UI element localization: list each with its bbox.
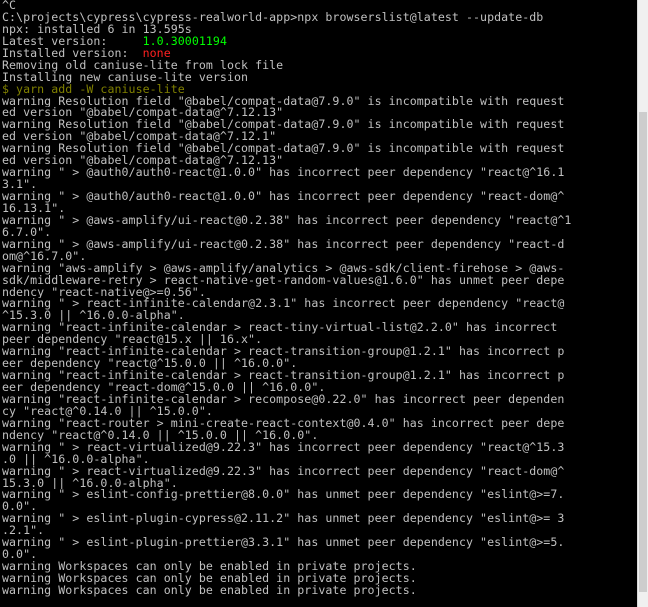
terminal-line: $ yarn add -W caniuse-lite <box>2 83 185 96</box>
terminal-line: 0.0". <box>2 549 38 562</box>
terminal-line: Latest version: 1.0.30001194 <box>2 36 637 48</box>
terminal-line: om@^16.7.0". <box>2 250 87 263</box>
terminal-line: warning "react-infinite-calendar > react… <box>2 346 565 359</box>
version-value: 1.0.30001194 <box>142 35 227 48</box>
terminal-line: warning " > eslint-config-prettier@8.0.0… <box>2 489 565 502</box>
scrollbar-thumb[interactable] <box>639 112 647 592</box>
terminal-line: cy "react@^0.14.0 || ^15.0.0". <box>2 405 213 418</box>
terminal-line: ^C <box>2 0 17 12</box>
terminal-line: warning " > react-virtualized@9.22.3" ha… <box>2 465 565 478</box>
terminal-line: eer dependency "react-dom@^15.0.0 || ^16… <box>2 382 326 394</box>
terminal-line: sdk/middleware-retry > react-native-get-… <box>2 274 565 287</box>
terminal-output[interactable]: ^C C:\projects\cypress\cypress-realworld-… <box>0 0 637 607</box>
terminal-line: warning "react-router > mini-create-reac… <box>2 417 565 430</box>
terminal-line: warning Resolution field "@babel/compat-… <box>2 95 565 108</box>
terminal-line: warning " > react-infinite-calendar@2.3.… <box>2 298 565 311</box>
terminal-line: ^15.3.0 || ^16.0.0-alpha". <box>2 310 185 323</box>
terminal-line: ed version "@babel/compat-data@^7.12.13" <box>2 155 284 168</box>
terminal-line: warning Resolution field "@babel/compat-… <box>2 143 565 156</box>
terminal-window: ^C C:\projects\cypress\cypress-realworld-… <box>0 0 648 607</box>
terminal-line: warning "react-infinite-calendar > react… <box>2 322 558 335</box>
terminal-line: warning "react-infinite-calendar > react… <box>2 370 565 382</box>
terminal-line: ed version "@babel/compat-data@^7.12.13" <box>2 107 284 120</box>
terminal-line: 6.7.0". <box>2 226 52 239</box>
terminal-line: warning " > @aws-amplify/ui-react@0.2.38… <box>2 238 565 251</box>
terminal-line: warning " > react-virtualized@9.22.3" ha… <box>2 441 565 454</box>
terminal-line: Removing old caniuse-lite from lock file <box>2 59 284 72</box>
terminal-line: warning " > @aws-amplify/ui-react@0.2.38… <box>2 214 572 227</box>
terminal-line: warning " > eslint-plugin-cypress@2.11.2… <box>2 513 565 526</box>
version-label: Latest version: <box>2 35 143 48</box>
terminal-line: warning " > @auth0/auth0-react@1.0.0" ha… <box>2 167 565 180</box>
terminal-line: 16.13.1". <box>2 202 66 215</box>
terminal-line: Installing new caniuse-lite version <box>2 71 249 84</box>
terminal-line: warning Workspaces can only be enabled i… <box>2 561 417 573</box>
terminal-line: warning Workspaces can only be enabled i… <box>2 573 417 585</box>
terminal-line: 3.1". <box>2 179 38 191</box>
terminal-line: peer dependency "react@15.x || 16.x". <box>2 334 263 347</box>
terminal-line: warning " > @auth0/auth0-react@1.0.0" ha… <box>2 191 565 203</box>
terminal-line: ndency "react@^0.14.0 || ^15.0.0 || ^16.… <box>2 429 319 442</box>
terminal-line: 15.3.0 || ^16.0.0-alpha". <box>2 477 178 490</box>
version-value: none <box>142 47 171 60</box>
terminal-line: eer dependency "react@^15.0.0 || ^16.0.0… <box>2 358 298 371</box>
terminal-line: 0.0". <box>2 501 38 514</box>
terminal-line: Installed version: none <box>2 48 637 60</box>
vertical-scrollbar[interactable] <box>637 0 648 607</box>
terminal-line: warning " > eslint-plugin-prettier@3.3.1… <box>2 537 565 550</box>
terminal-line: .2.1". <box>2 525 45 538</box>
terminal-line: C:\projects\cypress\cypress-realworld-ap… <box>2 11 544 24</box>
terminal-line: warning Resolution field "@babel/compat-… <box>2 119 565 132</box>
terminal-line: warning "aws-amplify > @aws-amplify/anal… <box>2 262 565 275</box>
version-label: Installed version: <box>2 47 143 60</box>
terminal-line: warning Workspaces can only be enabled i… <box>2 584 417 597</box>
terminal-line: .0 || ^16.0.0-alpha". <box>2 453 150 466</box>
terminal-line: warning "react-infinite-calendar > recom… <box>2 393 565 406</box>
terminal-line: ed version "@babel/compat-data@^7.12.1" <box>2 131 277 144</box>
terminal-line: ndency "react-native@>=0.56". <box>2 286 206 299</box>
terminal-line: npx: installed 6 in 13.595s <box>2 23 192 36</box>
